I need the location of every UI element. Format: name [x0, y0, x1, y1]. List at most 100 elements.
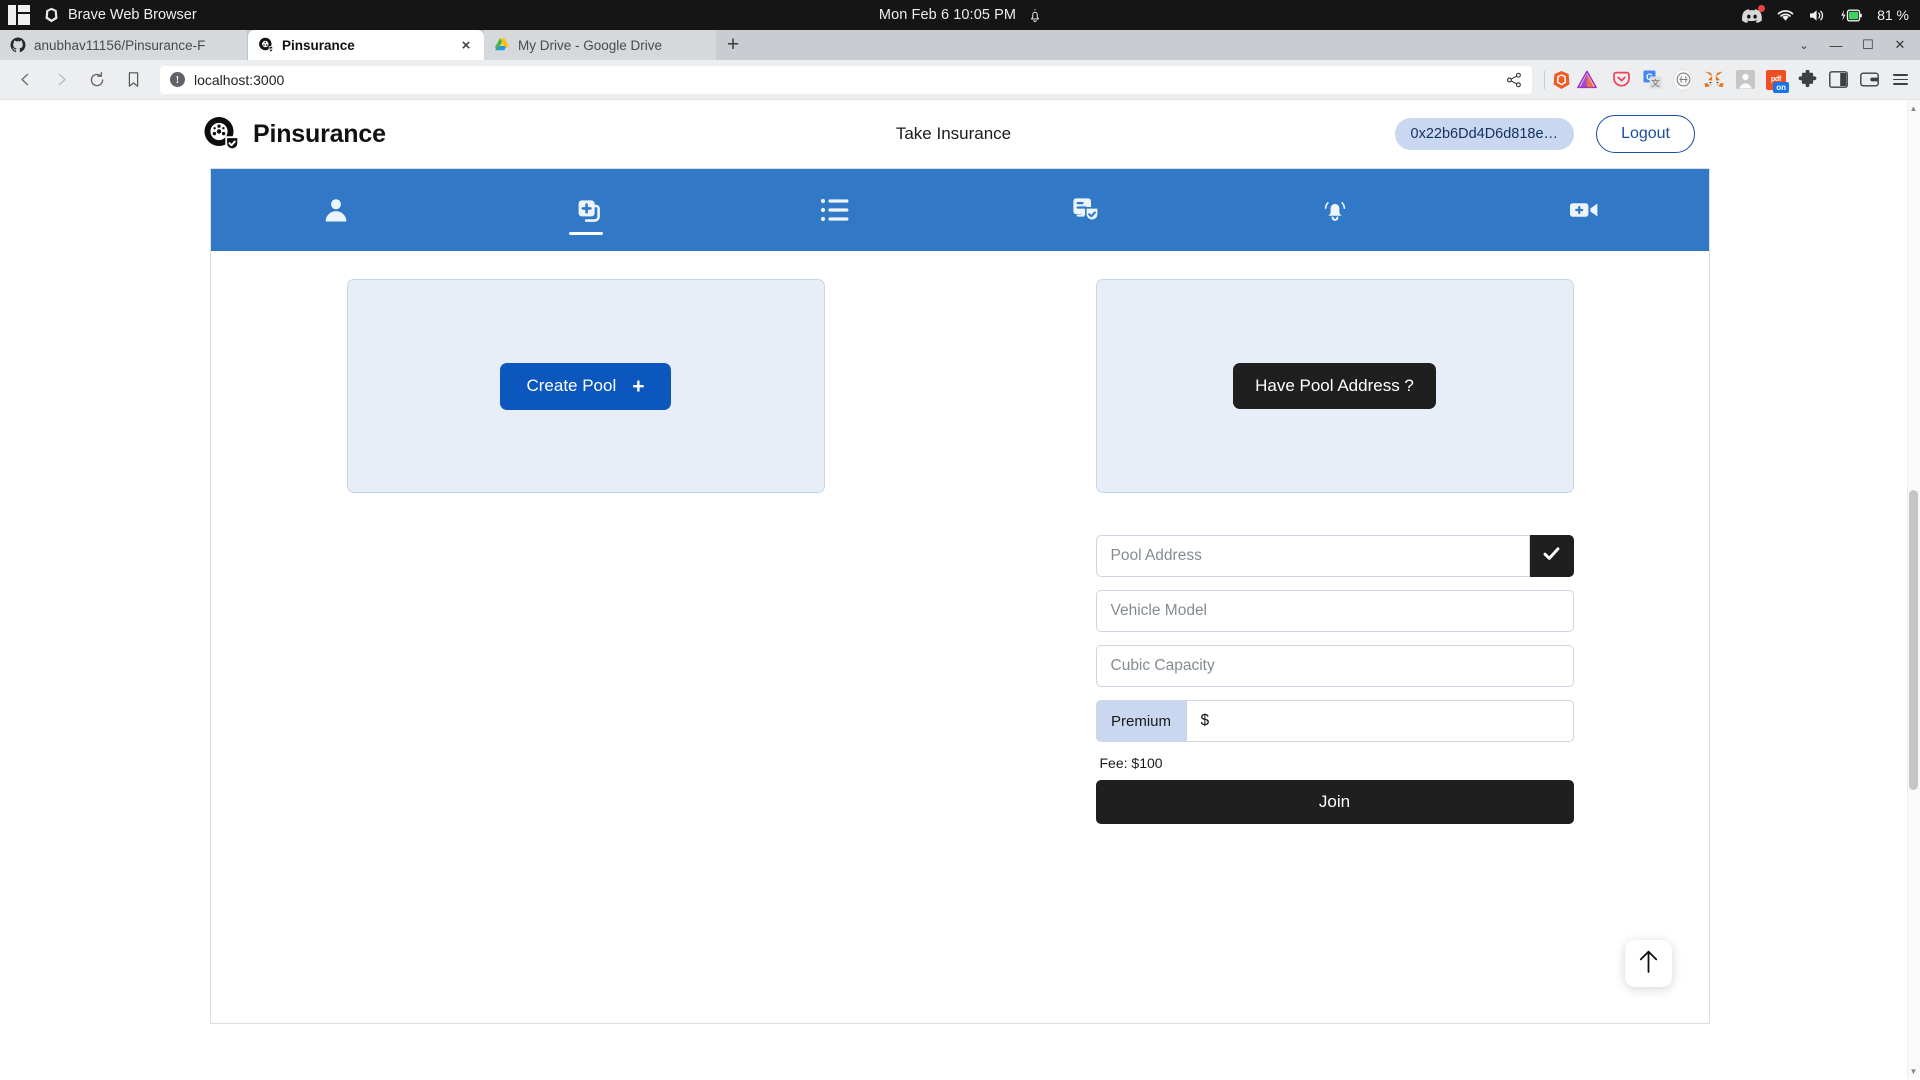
- vehicle-model-row: [1095, 590, 1574, 632]
- url-bar[interactable]: ! localhost:3000: [160, 65, 1532, 94]
- check-icon: [1541, 543, 1562, 569]
- window-minimize-button[interactable]: —: [1820, 30, 1852, 60]
- reload-icon[interactable]: [82, 65, 112, 95]
- pdf-extension-badge: on: [1773, 81, 1789, 93]
- bookmark-icon[interactable]: [118, 65, 148, 95]
- battery-charging-icon[interactable]: [1840, 8, 1864, 23]
- battery-percent: 81 %: [1877, 7, 1909, 23]
- avatar-extension-icon[interactable]: [1735, 70, 1755, 90]
- cubic-capacity-input[interactable]: [1095, 645, 1574, 687]
- nav-item-video-call[interactable]: [1459, 169, 1709, 251]
- plus-icon: +: [632, 374, 645, 398]
- metamask-fox-icon[interactable]: [1704, 70, 1724, 90]
- nav-item-profile[interactable]: [211, 169, 461, 251]
- back-arrow-icon[interactable]: [10, 65, 40, 95]
- user-profile-icon: [321, 195, 351, 225]
- brave-rewards-icon[interactable]: [1577, 70, 1597, 90]
- os-bar-center: Mon Feb 6 10:05 PM: [0, 0, 1920, 30]
- wallet-address-chip[interactable]: 0x22b6Dd4D6d818e…: [1394, 118, 1575, 150]
- circle-extension-icon[interactable]: [1673, 68, 1693, 91]
- brave-shields-icon[interactable]: [1551, 70, 1571, 90]
- left-pane: Create Pool +: [211, 279, 960, 824]
- discord-icon[interactable]: [1741, 4, 1766, 24]
- new-tab-button[interactable]: +: [716, 30, 750, 60]
- vehicle-model-input[interactable]: [1095, 590, 1574, 632]
- pool-address-input[interactable]: [1095, 535, 1530, 577]
- logout-button[interactable]: Logout: [1596, 115, 1695, 153]
- arrow-up-icon: [1636, 948, 1661, 980]
- header-right: 0x22b6Dd4D6d818e… Logout: [1394, 115, 1865, 153]
- brave-wallet-icon[interactable]: [1859, 70, 1879, 90]
- nav-item-verified-document[interactable]: [960, 169, 1210, 251]
- os-bar-tray: 81 %: [1741, 4, 1920, 24]
- os-active-app: Brave Web Browser: [44, 7, 197, 23]
- forward-arrow-icon[interactable]: [46, 65, 76, 95]
- window-close-button[interactable]: ✕: [1884, 30, 1916, 60]
- panes: Create Pool + Have Pool Address ? Pool A…: [211, 251, 1709, 824]
- app-header: Pinsurance Take Insurance 0x22b6Dd4D6d81…: [0, 100, 1907, 168]
- have-pool-address-button[interactable]: Have Pool Address ?: [1233, 363, 1436, 409]
- window-controls: ⌄ — ☐ ✕: [1788, 30, 1920, 60]
- url-text: localhost:3000: [194, 71, 285, 88]
- brand-name: Pinsurance: [253, 119, 386, 148]
- pool-address-confirm-button[interactable]: [1529, 535, 1574, 577]
- tab-close-icon[interactable]: ×: [458, 37, 474, 53]
- premium-row: Premium: [1095, 700, 1574, 742]
- create-pool-label: Create Pool: [526, 376, 617, 395]
- page-scrollbar[interactable]: ▲ ▼: [1907, 100, 1920, 1079]
- pinsurance-icon: [258, 37, 274, 53]
- nav-item-notifications[interactable]: [1210, 169, 1460, 251]
- menu-hamburger-icon[interactable]: [1890, 70, 1910, 90]
- browser-tab-pinsurance[interactable]: Pinsurance ×: [248, 30, 484, 60]
- volume-icon[interactable]: [1808, 8, 1827, 23]
- right-pane: Have Pool Address ? Pool Address Vehicle…: [960, 279, 1709, 824]
- join-pool-form: Premium Fee: $100 Join: [1095, 535, 1574, 824]
- google-drive-icon: [494, 37, 510, 53]
- browser-tab-title: Pinsurance: [282, 37, 355, 53]
- create-pool-button[interactable]: Create Pool +: [500, 362, 671, 410]
- brave-lion-icon: [44, 7, 59, 23]
- os-clock[interactable]: Mon Feb 6 10:05 PM: [879, 7, 1016, 23]
- list-icon: [820, 197, 850, 223]
- scrollbar-up-arrow[interactable]: ▲: [1909, 102, 1918, 114]
- cubic-capacity-row: [1095, 645, 1574, 687]
- browser-tab-github[interactable]: anubhav11156/Pinsurance-F: [0, 30, 248, 60]
- bell-icon[interactable]: [1029, 8, 1041, 23]
- brand[interactable]: Pinsurance: [32, 115, 386, 153]
- scroll-to-top-button[interactable]: [1625, 940, 1672, 987]
- discord-unread-badge: [1758, 4, 1766, 12]
- os-bar-left: Brave Web Browser: [0, 5, 197, 25]
- extension-icons: G 文 pdf on: [1603, 68, 1910, 93]
- nav-item-list[interactable]: [710, 169, 960, 251]
- nav-item-add-policy[interactable]: [461, 169, 711, 251]
- app-nav-bar: [211, 169, 1709, 251]
- wifi-icon[interactable]: [1776, 8, 1795, 23]
- google-translate-icon[interactable]: G 文: [1642, 70, 1662, 90]
- premium-input[interactable]: [1185, 700, 1574, 742]
- toolbar-divider: [1544, 70, 1545, 89]
- not-secure-icon[interactable]: !: [170, 72, 185, 87]
- window-maximize-button[interactable]: ☐: [1852, 30, 1884, 60]
- join-button[interactable]: Join: [1095, 780, 1574, 824]
- fee-text: Fee: $100: [1099, 755, 1163, 771]
- puzzle-extensions-icon[interactable]: [1797, 70, 1817, 90]
- browser-tab-google-drive[interactable]: My Drive - Google Drive: [484, 30, 716, 60]
- os-active-app-label: Brave Web Browser: [68, 7, 197, 23]
- pocket-icon[interactable]: [1611, 70, 1631, 90]
- browser-toolbar: ! localhost:3000 G 文 pdf on: [0, 60, 1920, 100]
- browser-tab-title: My Drive - Google Drive: [518, 37, 663, 53]
- have-pool-address-card: Have Pool Address ?: [1095, 279, 1574, 493]
- sidebar-icon[interactable]: [1828, 70, 1848, 90]
- os-top-bar: Brave Web Browser Mon Feb 6 10:05 PM 81 …: [0, 0, 1920, 30]
- pdf-extension-icon[interactable]: pdf on: [1766, 69, 1789, 93]
- tab-list-chevron-icon[interactable]: ⌄: [1788, 30, 1820, 60]
- apps-grid-icon[interactable]: [8, 5, 30, 25]
- svg-text:文: 文: [1651, 78, 1660, 88]
- scrollbar-down-arrow[interactable]: ▼: [1909, 1065, 1918, 1077]
- page-viewport: Pinsurance Take Insurance 0x22b6Dd4D6d81…: [0, 100, 1920, 1079]
- nav-active-indicator: [568, 232, 603, 235]
- bell-notification-icon: [1320, 195, 1350, 225]
- scrollbar-thumb[interactable]: [1909, 490, 1918, 790]
- add-policy-icon: [570, 194, 602, 226]
- share-icon[interactable]: [1506, 72, 1522, 88]
